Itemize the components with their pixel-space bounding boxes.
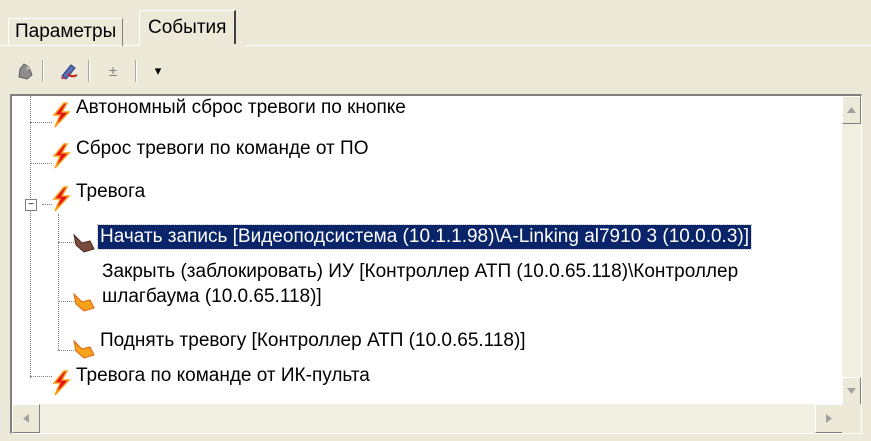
tree-expander[interactable]: − [25,199,37,211]
tab-active-joint [140,44,246,47]
horizontal-scrollbar[interactable] [12,404,843,433]
tree-node-label: Начать запись [Видеоподсистема (10.1.1.9… [97,224,752,250]
arrow-down-icon [847,388,856,394]
tree-line [30,163,52,164]
lightning-icon [52,370,71,396]
tree-node-label: Тревога [76,181,146,202]
add-button[interactable] [12,58,38,84]
toolbar-separator [88,60,90,82]
tree-node-label-line1: Закрыть (заблокировать) ИУ [Контроллер А… [102,261,739,282]
tab-strip: Параметры События [0,0,871,47]
expand-collapse-button[interactable]: ± [100,58,126,84]
tree-node-label: Поднять тревогу [Контроллер АТП (10.0.65… [100,330,526,351]
event-tree[interactable]: Автономный сброс тревоги по кнопке Сброс… [12,96,843,405]
toolbar: ± ▾ [0,52,871,88]
arrow-up-icon [847,107,856,113]
lightning-icon [52,143,71,169]
tree-node-label-line2: шлагбаума (10.0.65.118)] [102,286,322,307]
tab-parameters[interactable]: Параметры [8,18,124,46]
event-tree-panel: Автономный сброс тревоги по кнопке Сброс… [10,94,862,434]
scrollbar-corner [842,404,861,433]
vertical-scrollbar[interactable] [842,96,861,405]
tree-line [30,96,31,378]
action-hand-icon [73,233,95,253]
dropdown-button[interactable]: ▾ [145,58,171,84]
add-icon [18,63,33,80]
action-hand-icon [73,292,95,312]
scroll-down-button[interactable] [842,377,861,405]
tree-node-label: Сброс тревоги по команде от ПО [76,138,369,159]
tree-node-label: Тревога по команде от ИК-пульта [76,365,370,386]
scroll-left-button[interactable] [12,404,40,433]
tree-line [30,122,52,123]
dropdown-arrow-icon: ▾ [154,63,162,78]
tab-divider [0,45,871,46]
expand-collapse-icon: ± [108,62,118,80]
edit-icon [61,64,78,80]
toolbar-separator [135,60,137,82]
lightning-icon [52,102,71,128]
scroll-right-button[interactable] [815,404,843,433]
tree-line [58,214,59,350]
toolbar-separator [42,60,44,82]
tree-line [30,376,52,377]
lightning-icon [52,186,71,212]
action-hand-icon [73,339,95,359]
tab-events[interactable]: События [139,10,237,46]
arrow-right-icon [826,414,832,423]
scroll-up-button[interactable] [842,96,861,124]
tree-node-label: Автономный сброс тревоги по кнопке [76,97,406,118]
arrow-left-icon [23,414,29,423]
edit-button[interactable] [56,58,82,84]
